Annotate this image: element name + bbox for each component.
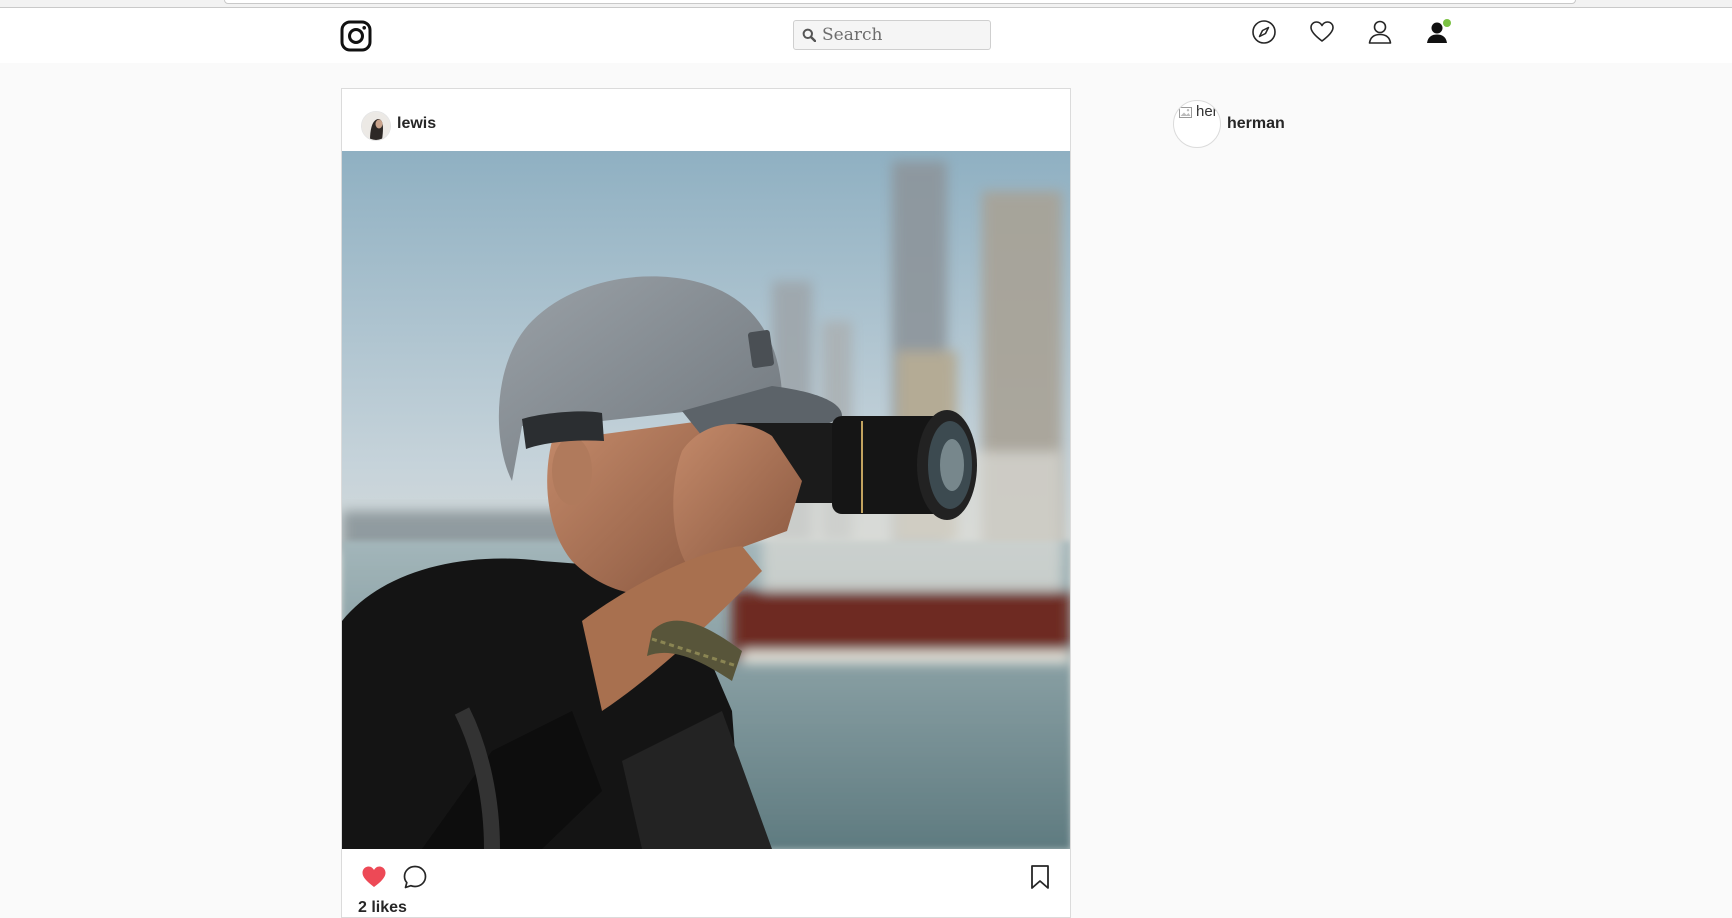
post-author-avatar[interactable] <box>361 111 391 141</box>
compass-icon[interactable] <box>1250 18 1278 46</box>
user-notification-icon[interactable] <box>1423 18 1451 46</box>
likes-count[interactable]: 2 likes <box>358 899 407 917</box>
search-icon <box>802 28 816 42</box>
search-box[interactable] <box>793 20 991 50</box>
browser-url-bar[interactable] <box>224 0 1576 4</box>
instagram-logo-icon[interactable] <box>340 20 372 52</box>
suggestion-avatar-alt-text: her <box>1196 103 1218 120</box>
search-input[interactable] <box>822 25 982 45</box>
feed-post: lewis 2 likes <box>341 88 1071 918</box>
post-actions <box>342 849 1070 899</box>
suggestion-username[interactable]: herman <box>1227 115 1285 133</box>
browser-top-strip <box>0 0 1732 8</box>
post-username[interactable]: lewis <box>397 115 436 133</box>
heart-icon[interactable] <box>1308 18 1336 46</box>
notification-dot <box>1443 19 1451 27</box>
profile-icon[interactable] <box>1366 18 1394 46</box>
post-photo[interactable] <box>342 151 1070 849</box>
post-header: lewis <box>342 89 1070 151</box>
bookmark-icon[interactable] <box>1026 863 1054 891</box>
comment-icon[interactable] <box>401 863 429 891</box>
broken-image-icon <box>1179 107 1192 118</box>
like-heart-icon[interactable] <box>360 863 388 891</box>
suggestion-avatar[interactable]: her <box>1173 100 1221 148</box>
top-navbar <box>0 8 1732 63</box>
